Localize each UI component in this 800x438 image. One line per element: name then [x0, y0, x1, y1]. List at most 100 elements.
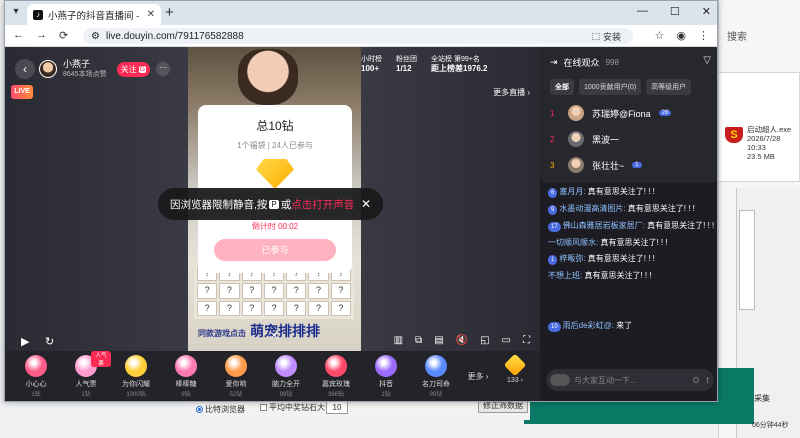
host-image — [238, 49, 298, 105]
gift-item[interactable]: 人气票 人气票 1钻 — [61, 351, 111, 401]
audience-rank: 2 — [550, 134, 555, 144]
chat-username[interactable]: 佛山森雅居岩板家居厂: — [563, 221, 647, 230]
toast-text: 因浏览器限制静音,按 — [170, 198, 268, 211]
rank-item[interactable]: 全站榜 第99+名 距上榜差1976.2 — [431, 55, 487, 73]
unmute-link[interactable]: 点击打开声音 — [291, 197, 354, 212]
gift-item[interactable]: 爱你哟 52钻 — [211, 351, 261, 401]
card-title: 总10钻 — [256, 119, 294, 133]
toy-tile: ? — [286, 300, 307, 316]
toy-tile: ? — [219, 283, 240, 299]
bookmark-star-icon[interactable]: ☆ — [655, 29, 665, 42]
audience-avatar — [568, 105, 584, 121]
close-window-icon[interactable]: ✕ — [702, 5, 711, 18]
play-icon[interactable]: ▶ — [21, 335, 29, 348]
install-button[interactable]: ⬚ 安装 — [591, 30, 621, 43]
chat-username[interactable]: 水墨动漫高清图片: — [559, 204, 627, 213]
chat-placeholder: 与大家互动一下... — [574, 375, 637, 385]
more-live-link[interactable]: 更多直播 › — [493, 87, 530, 98]
chat-text: 真有意思关注了! ! ! — [587, 254, 655, 263]
gift-item[interactable]: 为你闪耀 1000钻 — [111, 351, 161, 401]
collapse-icon[interactable]: ⇥ — [550, 57, 558, 68]
gift-item[interactable]: 抖音 1钻 — [361, 351, 411, 401]
danmaku-icon[interactable]: ▤ — [434, 335, 443, 346]
audience-row[interactable]: 2 黑波一 — [550, 131, 619, 147]
card-subtitle: 1个福袋 | 24人已参与 — [237, 141, 313, 150]
chat-message: 10 雨后de彩虹@: 来了 — [548, 321, 716, 332]
chat-username[interactable]: 塞月月: — [559, 187, 587, 196]
audience-tab[interactable]: 全部 — [550, 79, 574, 95]
rank-item[interactable]: 粉丝团 1/12 — [396, 55, 417, 73]
gift-item[interactable]: 名刀司命 99钻 — [411, 351, 461, 401]
rank-item[interactable]: 小时榜 100+ — [361, 55, 382, 73]
new-tab-icon[interactable]: + — [165, 5, 174, 21]
more-options-icon[interactable]: ··· — [156, 62, 171, 76]
rank-value: 1/12 — [396, 64, 412, 73]
refresh-icon[interactable]: ↻ — [45, 335, 54, 348]
close-tab-icon[interactable]: ✕ — [147, 9, 155, 20]
anchor-avatar[interactable] — [39, 60, 57, 78]
toy-tile: ? — [241, 283, 262, 299]
chat-username[interactable]: 不想上班: — [548, 271, 584, 280]
joined-button[interactable]: 已参与 — [214, 239, 336, 261]
mute-icon[interactable]: 🔇 — [456, 335, 468, 346]
window-controls: — ☐ ✕ — [637, 5, 711, 18]
gift-icon — [425, 355, 447, 377]
browser-radio[interactable]: 比特浏览器 — [196, 404, 245, 415]
toast-close-icon[interactable]: ✕ — [361, 197, 371, 211]
audience-rank: 3 — [550, 160, 555, 170]
gift-item[interactable]: 脑力全开 99钻 — [261, 351, 311, 401]
chat-username[interactable]: 一切顺风顺水: — [548, 238, 600, 247]
rank-value: 100+ — [361, 64, 380, 73]
theater-icon[interactable]: ▭ — [502, 335, 511, 346]
superman-icon[interactable]: S — [725, 127, 743, 143]
threshold-input[interactable]: 10 — [326, 401, 348, 414]
gift-item[interactable]: 小心心 1钻 — [11, 351, 61, 401]
chat-message: 一切顺风顺水: 真有意思关注了! ! ! — [548, 238, 716, 248]
url-text: live.douyin.com/791176582888 — [105, 30, 244, 42]
gift-price: 52钻 — [229, 392, 243, 398]
popout-icon[interactable]: ⧉ — [415, 335, 422, 346]
back-button[interactable]: ‹ — [15, 59, 35, 79]
back-icon[interactable]: ← — [13, 29, 24, 42]
gift-item[interactable]: 嘉宾玫瑰 366钻 — [311, 351, 361, 401]
chat-username[interactable]: 梓畈弥: — [559, 254, 587, 263]
audience-tab[interactable]: 高等级用户 — [646, 79, 692, 95]
reload-icon[interactable]: ⟳ — [59, 29, 68, 42]
player-right-controls: ▥ ⧉ ▤ 🔇 ◱ ▭ ⛶ — [394, 335, 530, 346]
toast-or: 或 — [280, 198, 292, 211]
scrollbar[interactable] — [739, 210, 755, 310]
forward-icon[interactable]: → — [36, 29, 47, 42]
send-icon[interactable]: ↑ — [705, 375, 710, 386]
layout-icon[interactable]: ▥ — [394, 335, 403, 346]
url-field[interactable]: ⚙ live.douyin.com/791176582888 ⬚ 安装 — [83, 28, 633, 44]
follow-button[interactable]: 关注 G — [116, 61, 151, 77]
chat-text: 来了 — [616, 321, 633, 330]
avg-checkbox[interactable]: 平均中奖钻石大于 — [260, 402, 333, 413]
audience-row[interactable]: 1 苏瑞婷@Fiona 28 — [550, 105, 672, 121]
menu-icon[interactable]: ⋮ — [698, 29, 709, 42]
maximize-icon[interactable]: ☐ — [670, 5, 680, 18]
emoji-icon[interactable]: ☺ — [691, 375, 701, 386]
more-gifts-button[interactable]: 更多 › — [461, 351, 495, 401]
tab-search-icon[interactable]: ▾ — [9, 6, 23, 20]
toggle-icon[interactable] — [550, 374, 570, 386]
audience-tab[interactable]: 1000贡献用户(0) — [579, 79, 642, 95]
minimize-icon[interactable]: — — [637, 5, 648, 18]
chat-input[interactable]: 与大家互动一下... ☺ ↑ — [546, 369, 714, 391]
pip-icon[interactable]: ◱ — [480, 335, 489, 346]
audience-row[interactable]: 3 张壮壮~ 1 — [550, 157, 642, 173]
chat-text: 真有意思关注了! ! ! — [600, 238, 668, 247]
fullscreen-icon[interactable]: ⛶ — [523, 335, 530, 346]
search-label[interactable]: 搜索 — [725, 28, 800, 46]
profile-icon[interactable]: ◉ — [676, 29, 686, 42]
radio-icon — [196, 406, 203, 413]
install-icon: ⬚ — [591, 30, 600, 41]
chat-username[interactable]: 雨后de彩虹@: — [563, 321, 616, 330]
filter-icon[interactable]: ▽ — [703, 55, 711, 66]
gift-item[interactable]: 棒棒糖 9钻 — [161, 351, 211, 401]
audience-tabs: 全部 1000贡献用户(0) 高等级用户 — [550, 79, 692, 95]
tab-live[interactable]: ♪ 小燕子的抖音直播间 - 抖音直播 ✕ — [27, 4, 161, 25]
diamond-balance[interactable]: 133 › — [495, 351, 535, 401]
site-info-icon[interactable]: ⚙ — [91, 31, 100, 42]
checkbox-label: 平均中奖钻石大于 — [269, 403, 333, 412]
